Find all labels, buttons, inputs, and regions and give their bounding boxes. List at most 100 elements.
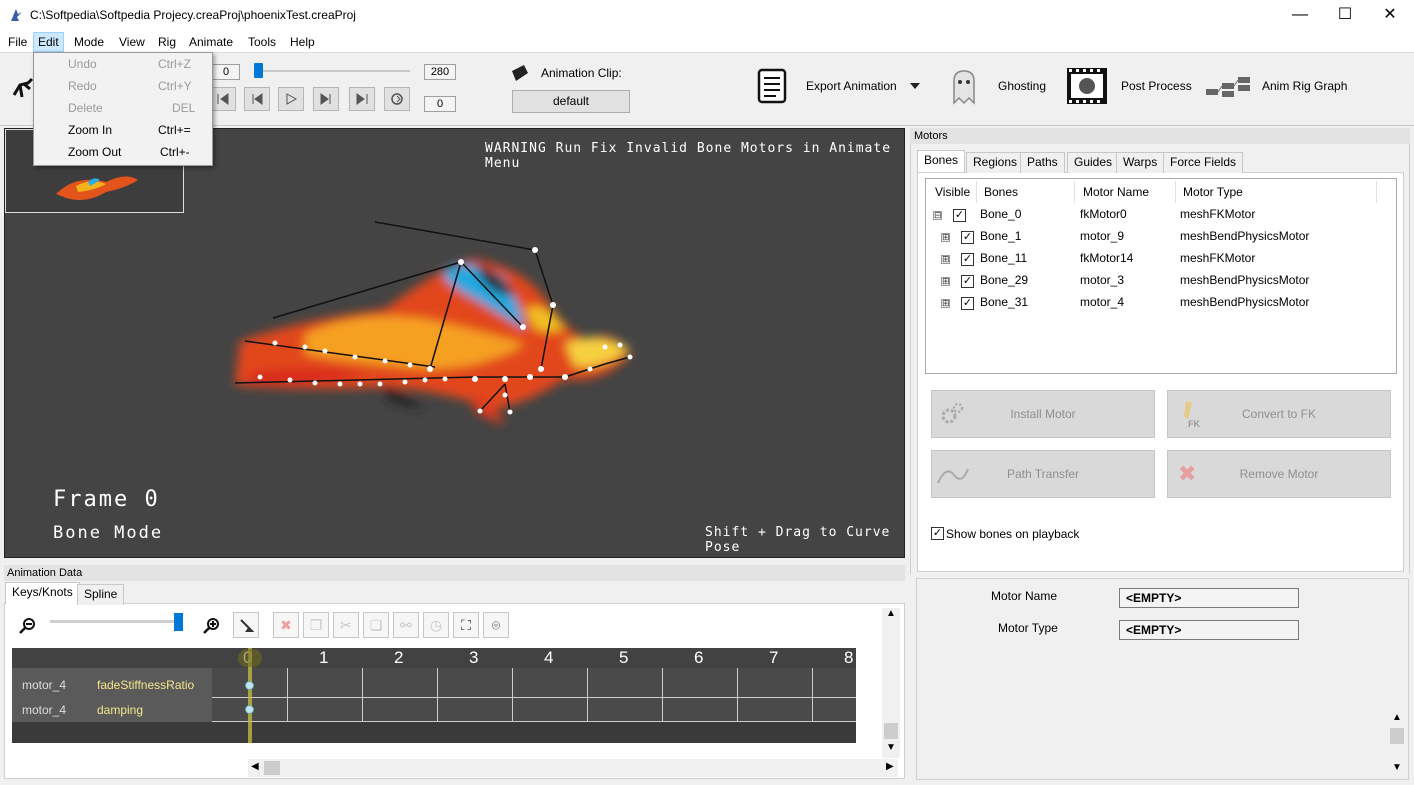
playhead-handle[interactable] [238,649,262,667]
tab-bones[interactable]: Bones [917,150,966,172]
timeline-zoom-track[interactable] [50,620,180,623]
step-back-button[interactable] [244,87,270,111]
tab-warps[interactable]: Warps [1116,152,1165,173]
target-button[interactable]: ⌾ [483,612,509,638]
menu-item-redo[interactable]: Redo Ctrl+Y [34,75,212,97]
expand-icon[interactable]: ⊞ [941,233,950,242]
menu-animate[interactable]: Animate [185,32,237,52]
timeline-horizontal-scrollbar[interactable]: ◀ ▶ [248,759,898,777]
skip-end-button[interactable] [349,87,375,111]
cut-button[interactable]: ✂ [333,612,359,638]
tab-spline[interactable]: Spline [77,584,125,605]
convert-to-fk-button[interactable]: FK Convert to FK [1167,390,1391,438]
timeline-zoom-thumb[interactable] [174,613,184,631]
scroll-thumb[interactable] [264,761,280,775]
keyframe[interactable] [245,681,254,690]
brush-button[interactable] [233,612,259,638]
column-visible[interactable]: Visible [935,185,970,199]
frame-slider-thumb[interactable] [254,63,263,78]
tab-force-fields[interactable]: Force Fields [1163,152,1244,173]
current-frame-field[interactable]: 0 [424,96,456,112]
show-bones-checkbox[interactable]: ✓ [931,527,944,540]
menu-edit[interactable]: Edit [33,32,64,52]
properties-scrollbar[interactable]: ▲ ▼ [1388,712,1406,776]
tree-row-bone-31[interactable]: ⊞ ✓ Bone_31 motor_4 meshBendPhysicsMotor [926,292,1396,314]
timer-button[interactable]: ◷ [423,612,449,638]
rig-graph-icon[interactable] [1204,75,1252,99]
ghost-icon[interactable] [946,67,982,105]
column-bones[interactable]: Bones [984,185,1018,199]
export-animation-icon[interactable] [756,68,790,104]
scroll-left-icon[interactable]: ◀ [251,761,259,772]
expand-icon[interactable]: ⊞ [941,299,950,308]
motor-name-field[interactable]: <EMPTY> [1119,588,1299,608]
tree-row-bone-11[interactable]: ⊞ ✓ Bone_11 fkMotor14 meshFKMotor [926,248,1396,270]
column-motor-name[interactable]: Motor Name [1083,185,1149,199]
column-motor-type[interactable]: Motor Type [1183,185,1243,199]
collapse-icon[interactable]: ⊟ [933,211,942,220]
tree-row-bone-29[interactable]: ⊞ ✓ Bone_29 motor_3 meshBendPhysicsMotor [926,270,1396,292]
export-animation-label[interactable]: Export Animation [806,79,897,93]
menu-item-delete[interactable]: Delete DEL [34,97,212,119]
scroll-down-icon[interactable]: ▼ [1392,762,1402,773]
scroll-up-icon[interactable]: ▲ [886,608,896,619]
frame-end-field[interactable]: 280 [424,64,456,80]
scroll-thumb[interactable] [884,723,898,739]
play-button[interactable] [278,87,304,111]
menu-file[interactable]: File [4,32,31,52]
menu-view[interactable]: View [115,32,149,52]
delete-key-button[interactable]: ✖ [273,612,299,638]
scroll-down-icon[interactable]: ▼ [886,742,896,753]
ghosting-label[interactable]: Ghosting [998,79,1046,93]
skip-start-button[interactable] [210,87,236,111]
tab-keys-knots[interactable]: Keys/Knots [5,582,80,604]
expand-icon[interactable]: ⊞ [941,277,950,286]
menu-mode[interactable]: Mode [70,32,108,52]
copy-button[interactable]: ❐ [303,612,329,638]
post-process-label[interactable]: Post Process [1121,79,1192,93]
install-motor-button[interactable]: Install Motor [931,390,1155,438]
track-row[interactable]: motor_4 damping [12,698,856,723]
zoom-in-icon[interactable] [203,617,221,635]
viewport[interactable]: WARNING Run Fix Invalid Bone Motors in A… [4,128,905,558]
minimize-button[interactable]: — [1277,0,1323,30]
loop-button[interactable] [384,87,410,111]
link-button[interactable]: ⚯ [393,612,419,638]
visible-checkbox[interactable]: ✓ [961,275,974,288]
scroll-right-icon[interactable]: ▶ [886,761,894,772]
visible-checkbox[interactable]: ✓ [961,297,974,310]
menu-tools[interactable]: Tools [244,32,280,52]
maximize-button[interactable]: ☐ [1322,0,1368,30]
remove-motor-button[interactable]: ✖ Remove Motor [1167,450,1391,498]
visible-checkbox[interactable]: ✓ [961,231,974,244]
close-button[interactable]: ✕ [1367,0,1413,30]
menu-item-zoom-in[interactable]: Zoom In Ctrl+= [34,119,212,141]
menu-rig[interactable]: Rig [154,32,180,52]
paste-button[interactable]: ❏ [363,612,389,638]
animation-clip-select[interactable]: default [512,90,630,113]
frame-start-field[interactable]: 0 [212,64,240,80]
scroll-up-icon[interactable]: ▲ [1392,712,1402,723]
track-row[interactable]: motor_4 fadeStiffnessRatio [12,673,856,698]
expand-icon[interactable]: ⊞ [941,255,950,264]
timeline[interactable]: 0 1 2 3 4 5 6 7 8 motor_4 fadeStiffnessR… [12,648,856,743]
keyframe[interactable] [245,705,254,714]
zoom-out-icon[interactable] [19,617,37,635]
fit-button[interactable]: ⛶ [453,612,479,638]
bone-tree[interactable]: Visible Bones Motor Name Motor Type ⊟ ✓ … [925,178,1397,374]
scroll-thumb[interactable] [1390,728,1404,744]
menu-help[interactable]: Help [286,32,319,52]
tree-row-bone-0[interactable]: ⊟ ✓ Bone_0 fkMotor0 meshFKMotor [926,204,1396,226]
tree-row-bone-1[interactable]: ⊞ ✓ Bone_1 motor_9 meshBendPhysicsMotor [926,226,1396,248]
film-icon[interactable] [1066,67,1108,105]
visible-checkbox[interactable]: ✓ [961,253,974,266]
tab-guides[interactable]: Guides [1067,152,1120,173]
motor-type-field[interactable]: <EMPTY> [1119,620,1299,640]
tab-paths[interactable]: Paths [1020,152,1065,173]
menu-item-zoom-out[interactable]: Zoom Out Ctrl+- [34,141,212,163]
menu-item-undo[interactable]: Undo Ctrl+Z [34,53,212,75]
export-dropdown-icon[interactable] [910,83,920,89]
frame-slider-track[interactable] [256,70,410,72]
visible-checkbox[interactable]: ✓ [953,209,966,222]
tab-regions[interactable]: Regions [966,152,1025,173]
